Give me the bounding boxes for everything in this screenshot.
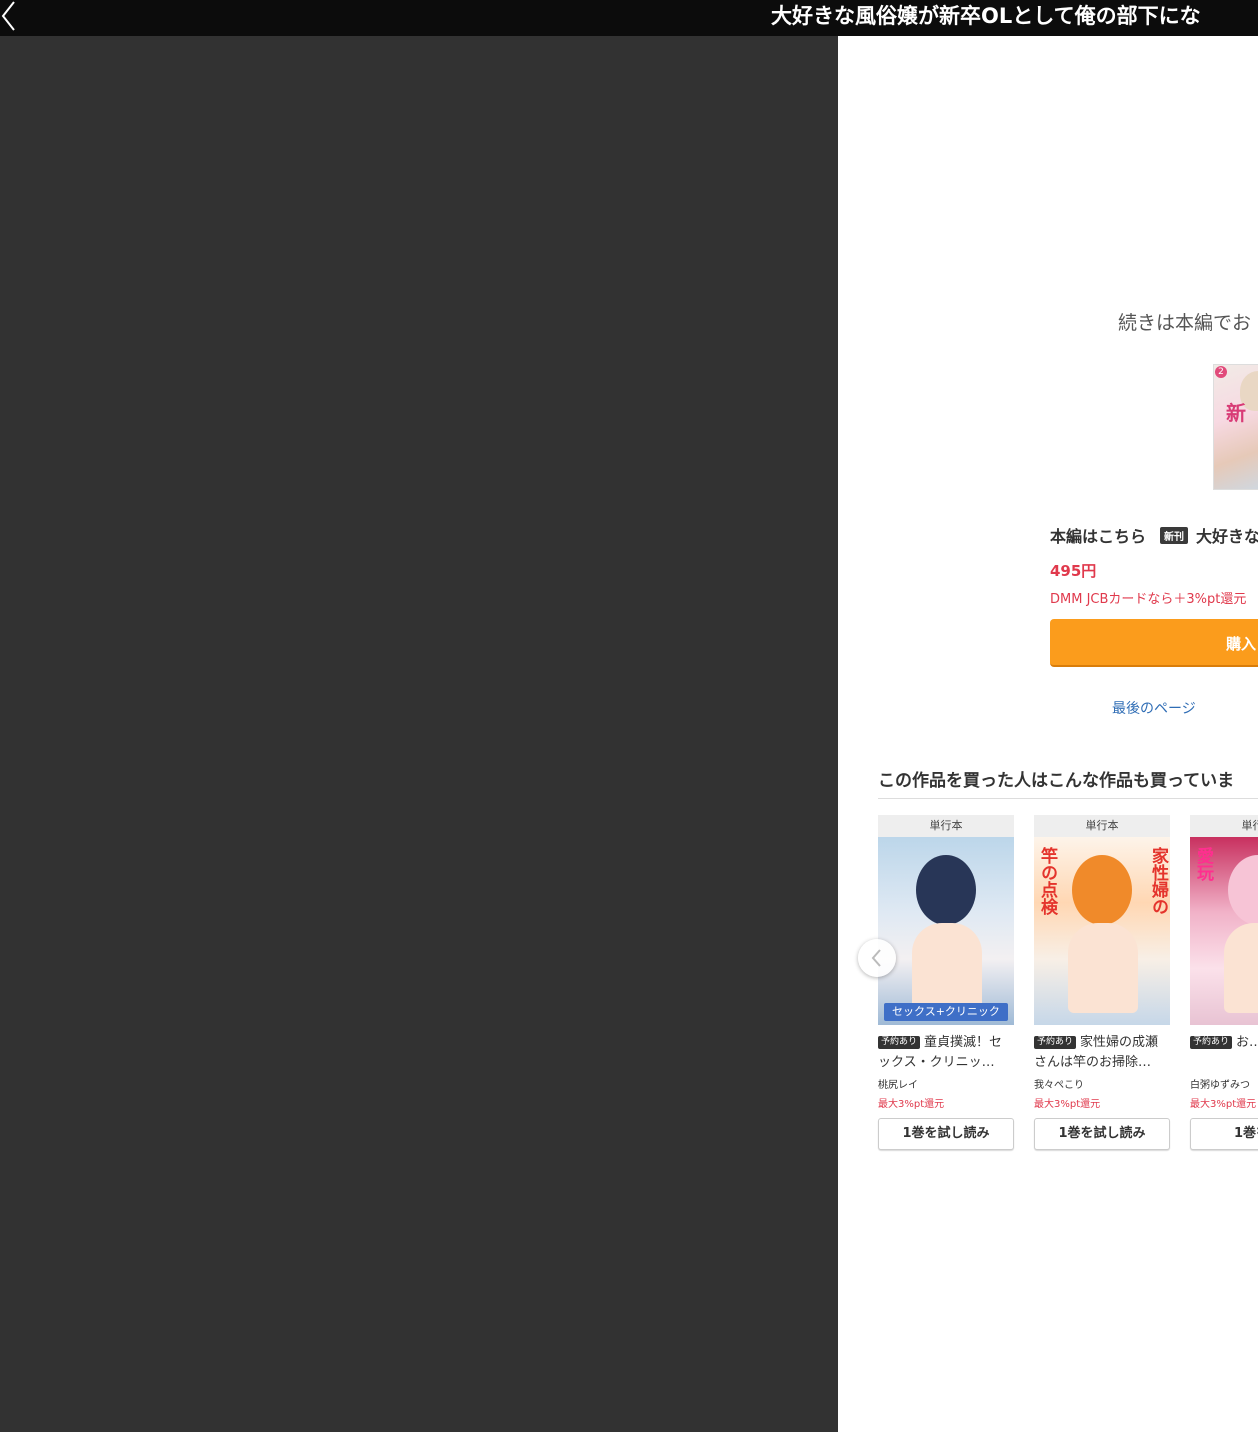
reader-viewport[interactable]: [0, 36, 838, 1432]
cover-title-right: 家性婦の: [1148, 847, 1168, 915]
new-release-badge: 新刊: [1160, 526, 1189, 544]
purchase-button[interactable]: 購入: [1050, 619, 1258, 667]
divider: [878, 798, 1258, 799]
format-tag: 単行本: [1034, 815, 1170, 837]
book-title: 大好きな風俗嬢が新卒OLとして俺の部下にな: [771, 4, 1201, 28]
cover-title-left: 竿の点検: [1037, 847, 1057, 915]
last-page-link[interactable]: 最後のページ: [1112, 698, 1196, 718]
book-title-line[interactable]: 予約あり 家性婦の成瀬さんは竿のお掃除…: [1034, 1033, 1170, 1073]
recommend-card[interactable]: 単行本 セックス+クリニック 予約あり 童貞撲滅！セックス・クリニッ… 桃尻レイ …: [878, 815, 1014, 1150]
preorder-badge: 予約あり: [878, 1036, 921, 1049]
author-name[interactable]: 桃尻レイ: [878, 1076, 1014, 1091]
jcb-points-note: DMM JCBカードなら＋3%pt還元: [1050, 592, 1247, 607]
carousel-prev-button[interactable]: [858, 939, 896, 977]
book-title-line[interactable]: 予約あり 童貞撲滅！セックス・クリニッ…: [878, 1033, 1014, 1073]
format-tag: 単行本: [1190, 815, 1258, 837]
main-work-row: 本編はこちら 新刊 大好きな: [1050, 523, 1258, 547]
trial-read-button[interactable]: 1巻を試し読み: [1034, 1118, 1170, 1150]
main-work-title[interactable]: 大好きな: [1196, 523, 1258, 547]
purchase-button-label: 購入: [1226, 635, 1257, 653]
trial-read-button[interactable]: 1巻を試し読み: [878, 1118, 1014, 1150]
chevron-left-icon: [1, 1, 15, 31]
main-work-label: 本編はこちら: [1050, 527, 1147, 546]
continue-message: 続きは本編でお: [1118, 312, 1252, 334]
format-tag: 単行本: [878, 815, 1014, 837]
preorder-badge: 予約あり: [1190, 1036, 1233, 1049]
preorder-badge: 予約あり: [1034, 1036, 1077, 1049]
cover-title-left: 愛玩: [1193, 847, 1213, 881]
price: 495円: [1050, 562, 1097, 580]
book-title: お…ぱいです。: [1236, 1035, 1258, 1050]
book-cover[interactable]: 愛玩: [1190, 837, 1258, 1025]
author-name[interactable]: 我々ぺこり: [1034, 1076, 1170, 1091]
recommend-card[interactable]: 単行本 竿の点検 家性婦の 予約あり 家性婦の成瀬さんは竿のお掃除… 我々ぺこり …: [1034, 815, 1170, 1150]
points-note: 最大3%pt還元: [878, 1099, 945, 1110]
volume-badge: 2: [1215, 366, 1227, 378]
book-cover[interactable]: 竿の点検 家性婦の: [1034, 837, 1170, 1025]
points-note: 最大3%pt還元: [1034, 1099, 1101, 1110]
author-name[interactable]: 白粥ゆずみつ: [1190, 1076, 1258, 1091]
book-cover[interactable]: セックス+クリニック: [878, 837, 1014, 1025]
recommend-card[interactable]: 単行本 愛玩 予約ありお…ぱいです。 白粥ゆずみつ 最大3%pt還元 1巻を試: [1190, 815, 1258, 1150]
cover-title: セックス+クリニック: [884, 1003, 1008, 1021]
back-button[interactable]: [0, 0, 22, 36]
main-book-cover[interactable]: 2 新: [1213, 364, 1258, 490]
points-note: 最大3%pt還元: [1190, 1099, 1257, 1110]
trial-read-button[interactable]: 1巻を試: [1190, 1118, 1258, 1150]
recommend-heading: この作品を買った人はこんな作品も買っていま: [878, 771, 1235, 791]
top-bar: 大好きな風俗嬢が新卒OLとして俺の部下にな: [0, 0, 1258, 36]
book-title-line[interactable]: 予約ありお…ぱいです。: [1190, 1033, 1258, 1073]
end-of-sample-panel: 続きは本編でお 2 新 本編はこちら 新刊 大好きな 495円 DMM JCBカ…: [838, 36, 1258, 1432]
chevron-left-icon: [871, 949, 881, 967]
